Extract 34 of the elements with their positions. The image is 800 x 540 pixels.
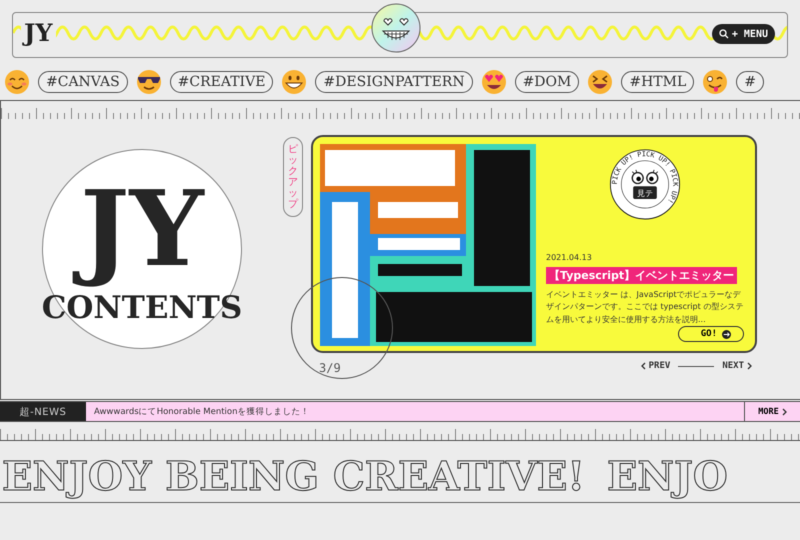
news-label: 超-NEWS [0, 402, 86, 421]
tag-link[interactable]: #CREATIVE [170, 70, 274, 94]
heart-eyes-face-icon [480, 69, 507, 95]
logo-subtitle: CONTENTS [42, 290, 242, 328]
article-thumbnail[interactable] [320, 144, 536, 346]
tag-link[interactable]: #HTML [621, 70, 694, 94]
squinting-face-icon [587, 69, 614, 95]
chevron-icon [782, 408, 787, 416]
menu-button[interactable]: + MENU [712, 24, 775, 44]
article-title[interactable]: 【Typescript】イベントエミッター [546, 266, 738, 284]
smiling-face-icon [4, 69, 30, 95]
tag-link[interactable]: #DOM [514, 70, 580, 94]
article-excerpt: イベントエミッター は、JavaScriptでポピュラーなデザインパターンです。ここでは typescript の型システムを用いてより安全に使用する方法を説明... [546, 288, 744, 326]
chevron-icon [747, 362, 752, 370]
arrow-icon [722, 330, 731, 338]
grinning-face-icon[interactable] [371, 3, 421, 53]
sunglasses-face-icon [136, 69, 162, 95]
prev-button[interactable]: PREV [640, 361, 670, 371]
winking-face-icon [702, 69, 728, 95]
more-button[interactable]: MORE [744, 402, 800, 421]
slide-counter: 3/9 [319, 361, 341, 375]
next-button[interactable]: NEXT [722, 361, 752, 371]
tag-link[interactable]: #CANVAS [38, 70, 128, 94]
marquee-text: ENJOY BEING CREATIVE! [2, 452, 585, 502]
tag-link[interactable]: # [736, 70, 764, 94]
pickup-label: ピックアップ [283, 137, 303, 217]
grinning-face-icon [281, 69, 308, 95]
marquee-text: ENJO [606, 452, 728, 502]
search-icon [718, 29, 729, 39]
go-button[interactable]: GO! [678, 326, 744, 342]
tag-link[interactable]: #DESIGNPATTERN [315, 70, 473, 94]
article-date: 2021.04.13 [546, 252, 593, 262]
chevron-icon [640, 362, 646, 370]
news-headline[interactable]: AwwwardsにてHonorable Mentionを獲得しました！ [86, 402, 744, 421]
